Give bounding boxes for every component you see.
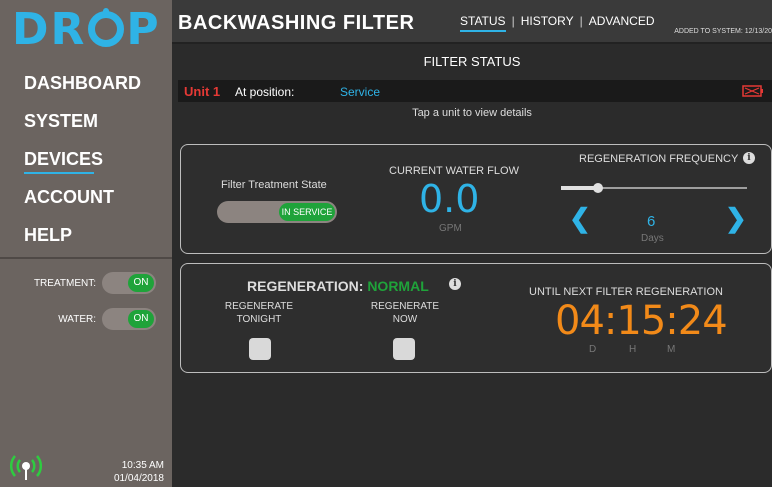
unit-position-value: Service [340,85,381,99]
wireless-signal-icon [10,455,42,480]
sidebar-item-dashboard[interactable]: DASHBOARD [24,72,141,110]
sidebar-item-account[interactable]: ACCOUNT [24,186,141,224]
section-title: FILTER STATUS [423,54,521,69]
regen-frequency-label: REGENERATION FREQUENCY [579,153,739,165]
clock-time: 10:35 AM [121,460,164,471]
regenerate-tonight-checkbox[interactable] [249,338,271,360]
filter-status-card: Filter Treatment State IN SERVICE CURREN… [180,144,772,254]
tap-hint: Tap a unit to view details [412,107,532,119]
regenerate-now-label-line2: NOW [392,314,418,325]
regenerate-tonight-label: REGENERATE TONIGHT [223,300,295,326]
regeneration-title: REGENERATION: NORMAL [247,278,429,294]
tab-status[interactable]: STATUS [460,14,506,32]
regenerate-tonight-label-line1: REGENERATE [224,301,294,312]
countdown-unit-minutes: M [667,344,676,355]
battery-empty-icon [742,85,763,97]
main-content: FILTER STATUS Unit 1 At position: Servic… [172,46,772,487]
water-label: WATER: [58,313,96,325]
unit-position-label: At position: [235,85,295,99]
logo-drop-icon [88,8,125,47]
sidebar-divider [0,257,172,259]
sidebar-item-system[interactable]: SYSTEM [24,110,141,148]
next-regeneration-label: UNTIL NEXT FILTER REGENERATION [529,286,723,298]
tab-separator: | [579,14,583,28]
regenerate-tonight-label-line2: TONIGHT [236,314,282,325]
sidebar: DR P DASHBOARD SYSTEM DEVICES ACCOUNT HEL… [0,0,172,487]
clock-date: 01/04/2018 [113,473,164,484]
regen-frequency-unit: Days [641,233,664,244]
sidebar-nav: DASHBOARD SYSTEM DEVICES ACCOUNT HELP [24,72,141,262]
drop-logo[interactable]: DR P [12,4,161,55]
treatment-toggle[interactable]: ON [102,272,156,294]
water-flow-unit: GPM [439,223,462,234]
clock: 10:35 AM 01/04/2018 [114,459,164,485]
frequency-decrease-chevron-left-icon[interactable]: ❮ [569,205,591,231]
filter-state-toggle[interactable]: IN SERVICE [217,201,337,223]
countdown-unit-hours: H [629,344,637,355]
regenerate-now-label: REGENERATE NOW [369,300,441,326]
frequency-increase-chevron-right-icon[interactable]: ❯ [725,205,747,231]
regeneration-status: NORMAL [367,278,429,294]
regeneration-card: REGENERATION: NORMAL i REGENERATE TONIGH… [180,263,772,373]
regeneration-info-icon[interactable]: i [449,278,461,290]
regenerate-now-checkbox[interactable] [393,338,415,360]
page-title: BACKWASHING FILTER [178,12,415,34]
sidebar-item-devices[interactable]: DEVICES [24,148,141,186]
water-flow-label: CURRENT WATER FLOW [389,165,519,177]
added-to-system: ADDED TO SYSTEM: 12/13/20 [674,28,772,35]
unit-row[interactable]: Unit 1 At position: Service [178,80,772,102]
treatment-toggle-row: TREATMENT: ON [34,272,156,294]
water-toggle-state: ON [128,310,154,328]
filter-state-value: IN SERVICE [279,203,335,221]
treatment-toggle-state: ON [128,274,154,292]
app-window: DR P DASHBOARD SYSTEM DEVICES ACCOUNT HEL… [0,0,772,487]
regeneration-title-label: REGENERATION: [247,278,364,294]
tab-advanced[interactable]: ADVANCED [589,14,655,28]
regenerate-now-label-line1: REGENERATE [370,301,440,312]
water-toggle[interactable]: ON [102,308,156,330]
tab-separator: | [511,14,515,28]
regeneration-countdown: 04:15:24 [555,298,728,344]
unit-name: Unit 1 [184,84,221,99]
slider-thumb[interactable] [593,183,604,193]
tab-history[interactable]: HISTORY [521,14,574,28]
treatment-label: TREATMENT: [33,277,96,289]
countdown-unit-days: D [589,344,597,355]
water-flow-value: 0.0 [419,177,480,221]
regen-frequency-slider[interactable] [561,183,747,193]
water-toggle-row: WATER: ON [58,308,156,330]
regen-frequency-value: 6 [647,213,656,230]
tab-bar: STATUS | HISTORY | ADVANCED [460,14,655,32]
header: BACKWASHING FILTER STATUS | HISTORY | AD… [172,0,772,44]
frequency-info-icon[interactable]: i [743,152,755,164]
filter-state-label: Filter Treatment State [221,179,327,191]
